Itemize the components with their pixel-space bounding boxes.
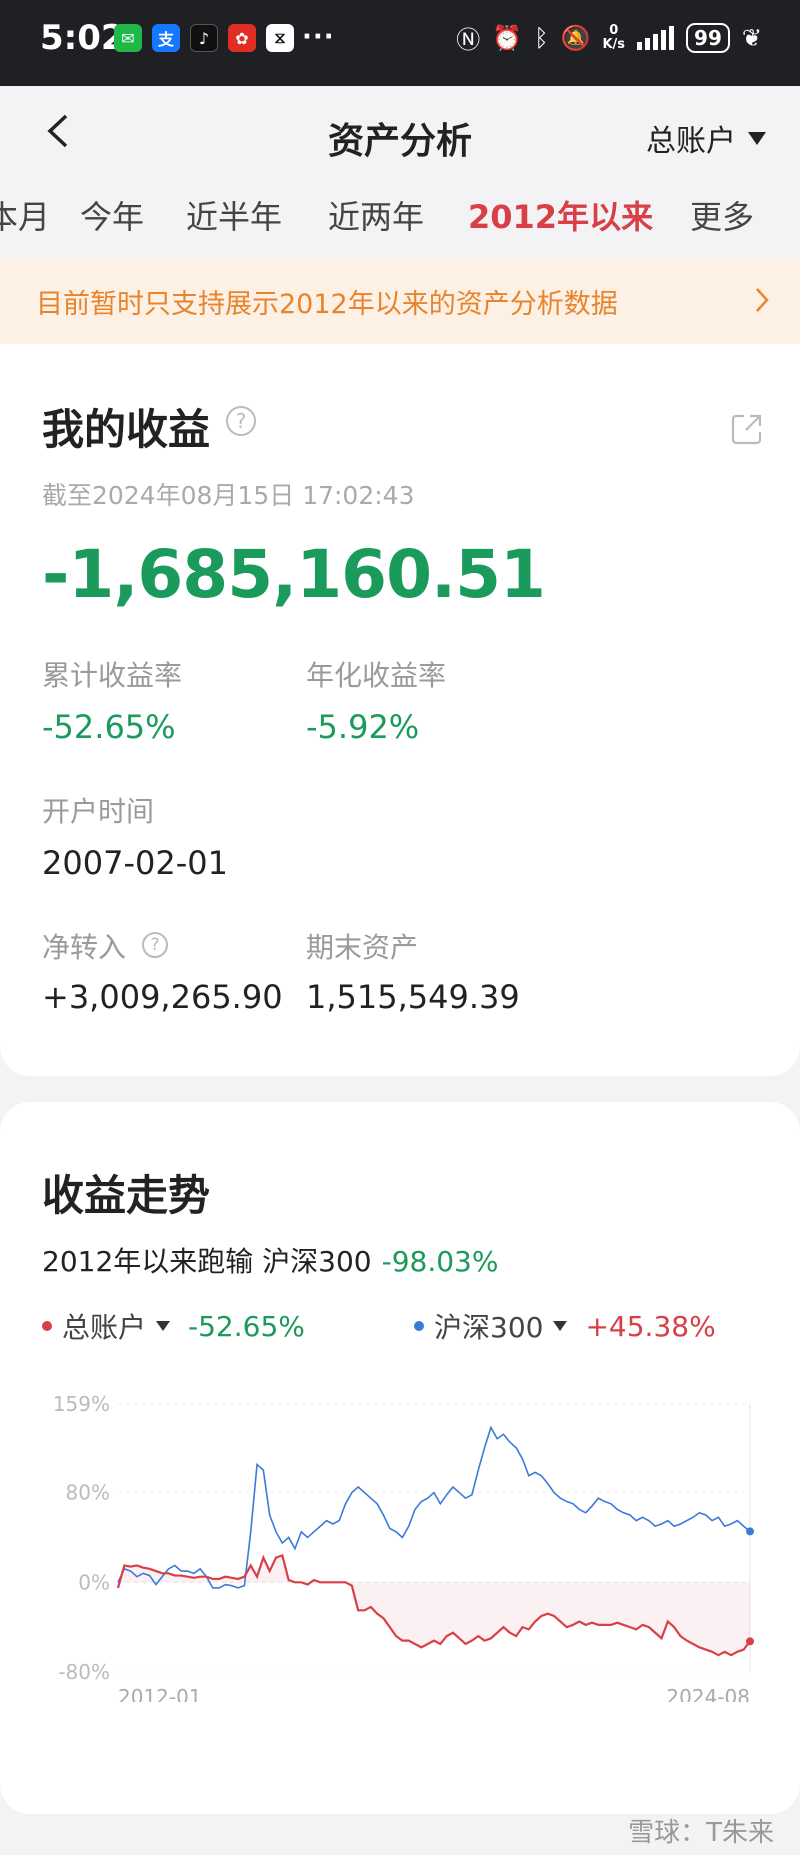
end-asset-label: 期末资产 [306,931,419,964]
legend-account-value: -52.65% [188,1309,305,1343]
y-tick-label: 159% [53,1392,110,1416]
cum-rate-value: -52.65% [42,708,176,746]
status-bar: 5:02 ✉ 支 ♪ ✿ ⧖ ··· Ⓝ ⏰ ᛒ 🔕 0 K/s 99 ❦ [0,0,800,86]
battery-icon: 99 [686,22,730,53]
legend-account-dot [42,1321,52,1331]
net-in-value: +3,009,265.90 [42,978,283,1016]
tab-this-month[interactable]: 本月 [0,192,50,238]
pinduoduo-icon: ✿ [228,24,256,52]
legend-index-name: 沪深300 [434,1311,544,1344]
leaf-icon: ❦ [741,23,762,52]
end-asset-value: 1,515,549.39 [306,978,520,1016]
net-in-label: 净转入 [42,931,127,964]
y-tick-label: 80% [66,1481,110,1505]
legend-account[interactable]: 总账户 -52.65% [42,1306,305,1346]
index-end-point [746,1527,754,1536]
tiktok-icon: ♪ [190,24,218,52]
more-notifications-icon: ··· [302,22,335,52]
alarm-icon: ⏰ [492,23,523,52]
status-time: 5:02 [40,18,125,58]
compare-value: -98.03% [381,1245,499,1278]
y-tick-label: -80% [58,1660,110,1684]
legend-index[interactable]: 沪深300 +45.38% [414,1306,716,1346]
tab-more[interactable]: 更多 [690,192,754,238]
tab-two-years[interactable]: 近两年 [328,192,424,238]
chart-y-ticks: 159% 80% 0% -80% [53,1392,110,1684]
notice-text: 目前暂时只支持展示2012年以来的资产分析数据 [36,289,618,320]
open-date-label: 开户时间 [42,795,155,828]
tab-this-year[interactable]: 今年 [80,192,144,238]
app-notification-icon: ⧖ [266,24,294,52]
compare-line: 2012年以来跑输 沪深300 -98.03% [42,1240,498,1280]
signal-icon [637,25,675,50]
x-start-label: 2012-01 [118,1685,202,1702]
tab-since-2012[interactable]: 2012年以来 [468,192,653,238]
ann-rate-value: -5.92% [306,708,420,746]
cum-rate-label: 累计收益率 [42,659,183,692]
nav-header: 资产分析 总账户 [0,86,800,176]
mute-icon: 🔕 [560,23,591,52]
open-date-value: 2007-02-01 [42,844,228,882]
as-of-time: 截至2024年08月15日 17:02:43 [42,481,415,510]
account-end-point [746,1637,754,1646]
y-tick-label: 0% [78,1570,110,1594]
total-profit: -1,685,160.51 [42,536,546,613]
compare-text: 2012年以来跑输 沪深300 [42,1245,372,1278]
share-icon[interactable] [730,412,764,446]
trend-card: 收益走势 2012年以来跑输 沪深300 -98.03% 总账户 -52.65% … [0,1102,800,1814]
index-line [117,1425,751,1589]
profit-card: 我的收益 ? 截至2024年08月15日 17:02:43 -1,685,160… [0,344,800,1076]
dropdown-arrow-icon [553,1321,568,1331]
trend-title: 收益走势 [42,1171,211,1220]
alipay-icon: 支 [152,24,180,52]
nfc-icon: Ⓝ [456,26,481,54]
bluetooth-icon: ᛒ [534,23,549,52]
help-icon[interactable]: ? [226,406,256,436]
chevron-right-icon [756,288,769,312]
account-label: 总账户 [646,124,736,159]
notice-banner[interactable]: 目前暂时只支持展示2012年以来的资产分析数据 [0,258,800,344]
net-speed: 0 K/s [602,22,626,52]
dropdown-arrow-icon [156,1321,171,1331]
trend-chart[interactable]: 159% 80% 0% -80% 2012-01 2024-08 [0,1372,800,1702]
net-in-help-icon[interactable]: ? [142,932,168,958]
wechat-icon: ✉ [114,24,142,52]
account-selector[interactable]: 总账户 [646,116,766,160]
notification-icons: ✉ 支 ♪ ✿ ⧖ [114,24,294,52]
legend-account-name: 总账户 [62,1311,147,1344]
legend-index-value: +45.38% [585,1309,716,1343]
x-end-label: 2024-08 [666,1685,750,1702]
tab-half-year[interactable]: 近半年 [186,192,282,238]
dropdown-arrow-icon [748,131,766,145]
period-tabs: 本月 今年 近半年 近两年 2012年以来 更多 [0,176,800,258]
ann-rate-label: 年化收益率 [306,659,447,692]
status-right: Ⓝ ⏰ ᛒ 🔕 0 K/s 99 ❦ [456,20,762,55]
watermark: 雪球：T朱来 [628,1818,774,1848]
legend-index-dot [414,1321,424,1331]
profit-title: 我的收益 [42,405,211,454]
